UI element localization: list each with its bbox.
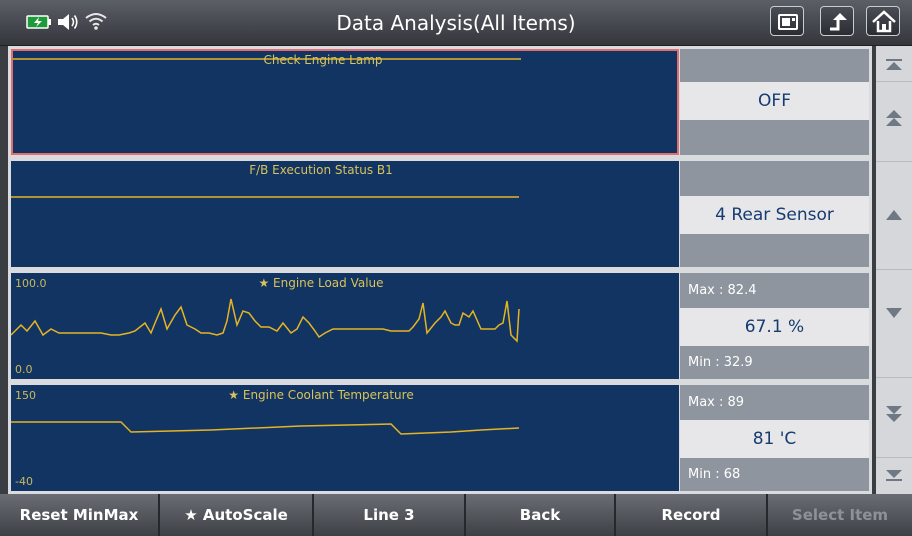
min-readout: Min : 32.9 (688, 355, 753, 370)
min-value: 68 (723, 467, 741, 482)
parameter-value: 4 Rear Sensor (680, 196, 869, 234)
max-value: 89 (727, 395, 745, 410)
home-button[interactable] (866, 6, 900, 36)
max-readout: Max : 89 (688, 395, 744, 410)
select-item-button[interactable]: Select Item (768, 494, 912, 536)
record-button[interactable]: Record (616, 494, 768, 536)
parameter-name: F/B Execution Status B1 (249, 163, 393, 177)
app-window: Data Analysis(All Items) Check Engine La… (0, 0, 912, 536)
axis-min-label: 0.0 (15, 363, 33, 376)
line-select-button[interactable]: Line 3 (314, 494, 466, 536)
scroll-down-button[interactable] (876, 270, 912, 378)
axis-min-label: -40 (15, 475, 33, 488)
bottom-toolbar: Reset MinMax ★ AutoScale Line 3 Back Rec… (0, 494, 912, 536)
graph-area: Check Engine Lamp (11, 49, 679, 155)
title-bar: Data Analysis(All Items) (0, 0, 912, 46)
min-label: Min : (688, 467, 720, 482)
axis-max-label: 100.0 (15, 277, 47, 290)
value-box: 4 Rear Sensor (680, 161, 869, 267)
back-button[interactable]: Back (466, 494, 616, 536)
autoscale-button[interactable]: ★ AutoScale (160, 494, 314, 536)
max-label: Max : (688, 395, 724, 410)
page-down-button[interactable] (876, 378, 912, 458)
value-box: Max : 89 81 'C Min : 68 (680, 385, 869, 491)
parameter-name: Check Engine Lamp (263, 53, 383, 67)
data-panel-engine-load-value[interactable]: ★ Engine Load Value 100.0 0.0 Max : 82.4… (8, 270, 872, 382)
reset-minmax-button[interactable]: Reset MinMax (0, 494, 160, 536)
min-readout: Min : 68 (688, 467, 740, 482)
scrollbar (876, 46, 912, 494)
data-panel-engine-coolant-temperature[interactable]: ★ Engine Coolant Temperature 150 -40 Max… (8, 382, 872, 494)
min-value: 32.9 (723, 355, 753, 370)
max-value: 82.4 (727, 283, 757, 298)
value-box: OFF (680, 49, 869, 155)
data-panel-fb-execution-status[interactable]: F/B Execution Status B1 4 Rear Sensor (8, 158, 872, 270)
value-box: Max : 82.4 67.1 % Min : 32.9 (680, 273, 869, 379)
parameter-value: 81 'C (680, 420, 869, 458)
parameter-value: 67.1 % (680, 308, 869, 346)
max-readout: Max : 82.4 (688, 283, 756, 298)
screenshot-button[interactable] (770, 6, 804, 36)
graph-area: F/B Execution Status B1 (11, 161, 679, 267)
min-label: Min : (688, 355, 720, 370)
scroll-up-button[interactable] (876, 162, 912, 270)
scroll-bottom-button[interactable] (876, 458, 912, 494)
axis-max-label: 150 (15, 389, 36, 402)
graph-area: ★ Engine Coolant Temperature 150 -40 (11, 385, 679, 491)
back-up-button[interactable] (820, 6, 854, 36)
parameter-value: OFF (680, 82, 869, 120)
scroll-top-button[interactable] (876, 46, 912, 82)
graph-area: ★ Engine Load Value 100.0 0.0 (11, 273, 679, 379)
data-panel-check-engine-lamp[interactable]: Check Engine Lamp OFF (8, 46, 872, 158)
parameter-name: ★ Engine Load Value (258, 276, 384, 290)
page-up-button[interactable] (876, 82, 912, 162)
max-label: Max : (688, 283, 724, 298)
parameter-name: ★ Engine Coolant Temperature (228, 388, 414, 402)
